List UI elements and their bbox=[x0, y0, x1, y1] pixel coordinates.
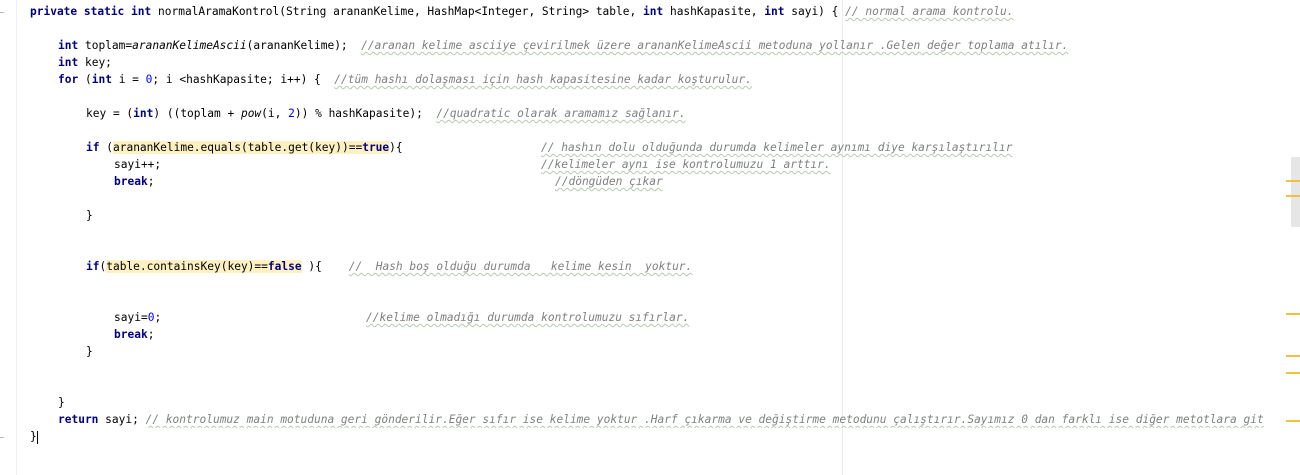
code-line[interactable]: sayi++; bbox=[114, 156, 161, 173]
code-line-method-signature[interactable]: private static int normalAramaKontrol(St… bbox=[30, 3, 1014, 20]
text-caret bbox=[36, 430, 38, 444]
code-text: ; bbox=[147, 328, 155, 341]
code-line-return[interactable]: return sayi; // kontrolumuz main motudun… bbox=[58, 411, 1292, 428]
code-text: } bbox=[58, 396, 65, 409]
keyword: break bbox=[114, 175, 148, 188]
code-comment: //kelime olmadığı durumda kontrolumuzu s… bbox=[366, 311, 690, 324]
method-call: pow bbox=[240, 107, 262, 120]
code-text: key; bbox=[84, 56, 112, 69]
keyword: int bbox=[764, 5, 785, 18]
code-comment: //tüm hashı dolaşması için hash kapasite… bbox=[334, 73, 752, 86]
code-comment: // kontrolumuz main motuduna geri gönder… bbox=[145, 413, 1264, 426]
gutter-divider bbox=[16, 0, 17, 475]
keyword: int bbox=[642, 5, 664, 18]
code-text: ; bbox=[147, 175, 155, 188]
scrollbar-thumb[interactable] bbox=[1291, 157, 1300, 227]
code-line[interactable]: } bbox=[86, 207, 93, 224]
code-text: ; bbox=[154, 311, 162, 324]
warning-marker[interactable] bbox=[1286, 180, 1300, 182]
code-text: (arananKelime); bbox=[246, 39, 348, 52]
code-text: } bbox=[86, 345, 93, 358]
code-comment: //döngüden çıkar bbox=[555, 175, 663, 188]
fold-marker[interactable] bbox=[0, 437, 4, 438]
keyword: int bbox=[58, 39, 79, 52]
warning-marker[interactable] bbox=[1286, 372, 1300, 374]
code-text: ( bbox=[106, 141, 113, 154]
keyword: if bbox=[86, 260, 100, 273]
code-line[interactable]: int toplam=arananKelimeAscii(arananKelim… bbox=[58, 37, 1068, 54]
code-comment-line: //kelime olmadığı durumda kontrolumuzu s… bbox=[366, 309, 689, 326]
keyword: int bbox=[91, 73, 112, 86]
code-text: ){ bbox=[308, 260, 322, 273]
code-text: ; i <hashKapasite; i++) { bbox=[152, 73, 321, 86]
code-comment: // normal arama kontrolu. bbox=[845, 5, 1014, 18]
keyword: return bbox=[58, 413, 99, 426]
keyword: true bbox=[362, 141, 390, 154]
keyword: private static int bbox=[30, 5, 152, 18]
code-text: hashKapasite, bbox=[669, 5, 758, 18]
keyword: false bbox=[267, 260, 302, 273]
code-text: (String arananKelime, HashMap<Integer, S… bbox=[279, 5, 637, 18]
code-line[interactable]: key = (int) ((toplam + pow(i, 2)) % hash… bbox=[86, 105, 686, 122]
code-line-for-loop[interactable]: for (int i = 0; i <hashKapasite; i++) { … bbox=[58, 71, 752, 88]
code-text: sayi= bbox=[114, 311, 148, 324]
keyword: if bbox=[86, 141, 100, 154]
method-call: arananKelimeAscii bbox=[132, 39, 247, 52]
code-text: (i, bbox=[261, 107, 282, 120]
code-line[interactable]: int key; bbox=[58, 54, 112, 71]
code-text: ){ bbox=[389, 141, 403, 154]
code-text: )) % hashKapasite); bbox=[294, 107, 423, 120]
keyword: int bbox=[58, 56, 79, 69]
warning-marker[interactable] bbox=[1286, 355, 1300, 357]
warning-marker[interactable] bbox=[1286, 420, 1300, 422]
code-line-if[interactable]: if(table.containsKey(key)==false ){ // H… bbox=[86, 258, 692, 275]
code-text: } bbox=[86, 209, 93, 222]
code-line[interactable]: } bbox=[30, 428, 38, 445]
code-comment-line: // hashın dolu olduğunda durumda kelimel… bbox=[541, 139, 1012, 156]
code-text: sayi++; bbox=[114, 158, 162, 171]
code-comment: // hashın dolu olduğunda durumda kelimel… bbox=[541, 141, 1013, 154]
code-comment: //quadratic olarak aramamız sağlanır. bbox=[436, 107, 686, 120]
highlighted-expression: table.containsKey(key)==false bbox=[106, 260, 302, 273]
right-margin-guide bbox=[842, 0, 843, 475]
code-text: i = bbox=[118, 73, 139, 86]
code-editor[interactable]: private static int normalAramaKontrol(St… bbox=[0, 0, 1300, 475]
fold-marker[interactable] bbox=[0, 12, 4, 13]
code-line-if[interactable]: if (arananKelime.equals(table.get(key))=… bbox=[86, 139, 403, 156]
keyword: int bbox=[133, 107, 154, 120]
code-line[interactable]: break; bbox=[114, 326, 154, 343]
code-text: ) ((toplam + bbox=[153, 107, 235, 120]
code-text: table.containsKey(key)== bbox=[106, 260, 268, 273]
highlighted-expression: arananKelime.equals(table.get(key))==tru… bbox=[112, 141, 390, 154]
warning-marker[interactable] bbox=[1286, 313, 1300, 315]
code-line[interactable]: sayi=0; bbox=[114, 309, 161, 326]
code-text: sayi; bbox=[105, 413, 139, 426]
code-text: key = ( bbox=[86, 107, 134, 120]
code-line[interactable]: break; bbox=[114, 173, 154, 190]
warning-marker[interactable] bbox=[1286, 195, 1300, 197]
code-line[interactable]: } bbox=[58, 394, 65, 411]
code-text: sayi) { bbox=[791, 5, 839, 18]
keyword: for bbox=[58, 73, 79, 86]
number-literal: 2 bbox=[288, 107, 295, 120]
code-comment: // Hash boş olduğu durumda kelime kesin … bbox=[348, 260, 693, 273]
code-text: } bbox=[30, 430, 37, 443]
code-text: toplam= bbox=[84, 39, 133, 52]
code-comment: //aranan kelime asciiye çevirilmek üzere… bbox=[361, 39, 1069, 52]
keyword: break bbox=[114, 328, 148, 341]
code-comment-line: //kelimeler aynı ise kontrolumuzu 1 artt… bbox=[541, 156, 831, 173]
code-text: ( bbox=[84, 73, 92, 86]
method-name: normalAramaKontrol bbox=[158, 5, 280, 18]
code-comment-line: //döngüden çıkar bbox=[555, 173, 663, 190]
code-line[interactable]: } bbox=[86, 343, 93, 360]
code-text: arananKelime.equals(table.get(key))== bbox=[112, 141, 363, 154]
code-comment: //kelimeler aynı ise kontrolumuzu 1 artt… bbox=[541, 158, 831, 171]
